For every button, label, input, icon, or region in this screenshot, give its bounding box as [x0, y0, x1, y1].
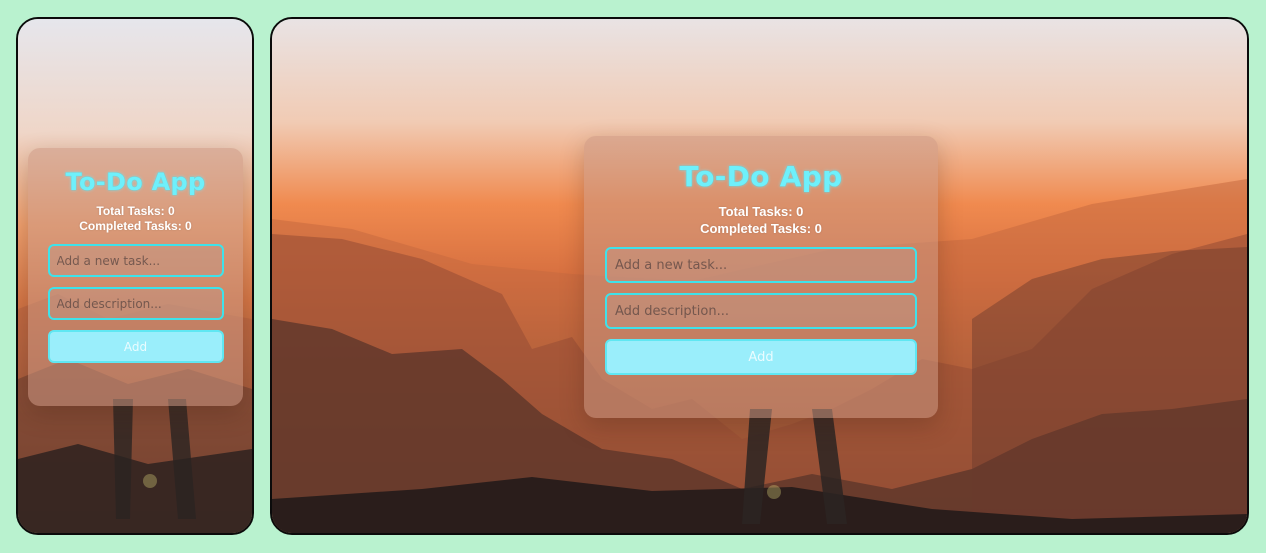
todo-card: To-Do App Total Tasks: 0 Completed Tasks…: [584, 136, 938, 418]
task-input[interactable]: [605, 247, 917, 283]
total-tasks-count: Total Tasks: 0: [718, 204, 804, 219]
add-button[interactable]: Add: [605, 339, 917, 375]
mobile-preview-frame: To-Do App Total Tasks: 0 Completed Tasks…: [16, 17, 254, 535]
completed-tasks-count: Completed Tasks: 0: [79, 219, 192, 233]
task-input[interactable]: [47, 244, 224, 277]
task-stats: Total Tasks: 0 Completed Tasks: 0: [28, 204, 243, 234]
desktop-preview-frame: To-Do App Total Tasks: 0 Completed Tasks…: [270, 17, 1249, 535]
completed-tasks-count: Completed Tasks: 0: [700, 221, 822, 236]
app-title: To-Do App: [65, 168, 206, 196]
total-tasks-count: Total Tasks: 0: [96, 204, 175, 218]
task-stats: Total Tasks: 0 Completed Tasks: 0: [584, 203, 938, 237]
todo-card: To-Do App Total Tasks: 0 Completed Tasks…: [28, 148, 243, 406]
add-button[interactable]: Add: [47, 330, 224, 363]
description-input[interactable]: [605, 293, 917, 329]
app-title: To-Do App: [679, 160, 843, 193]
description-input[interactable]: [47, 287, 224, 320]
